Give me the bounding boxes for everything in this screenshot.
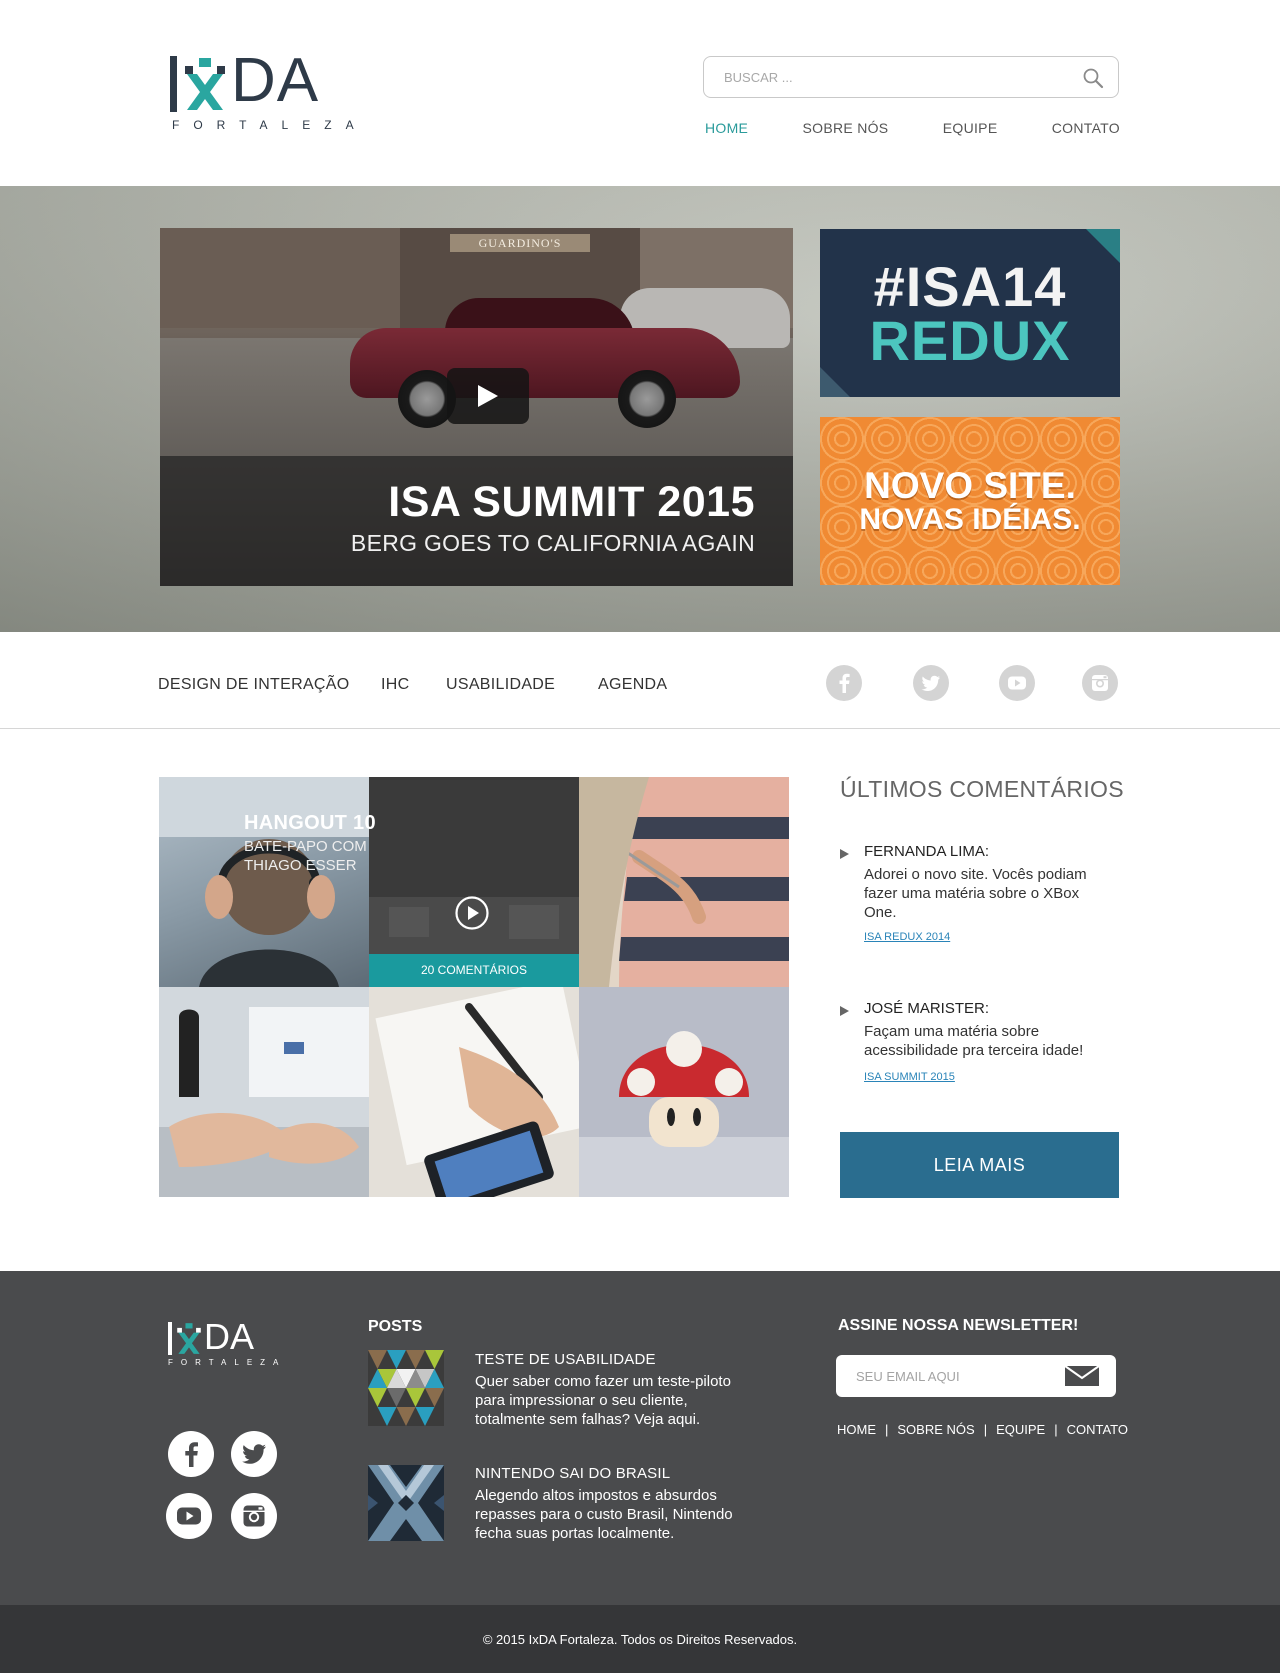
promo-isa14-redux[interactable]: #ISA14 REDUX: [820, 229, 1120, 397]
envelope-icon[interactable]: [1064, 1365, 1100, 1392]
featured-video[interactable]: GUARDINO'S ISA SUMMIT 2015 BERG GOES TO …: [160, 228, 793, 586]
comment-text: Adorei o novo site. Vocês podiam fazer u…: [864, 866, 1087, 921]
category-usabilidade[interactable]: USABILIDADE: [446, 676, 555, 694]
logo-subtitle: FORTALEZA: [172, 118, 368, 132]
facebook-icon[interactable]: [826, 665, 862, 701]
car-wheel: [618, 370, 676, 428]
comment-item: JOSÉ MARISTER: Façam uma matéria sobre a…: [840, 1000, 1120, 1090]
copyright-text: © 2015 IxDA Fortaleza. Todos os Direitos…: [482, 1632, 798, 1647]
comment-item: FERNANDA LIMA: Adorei o novo site. Vocês…: [840, 843, 1120, 943]
logo-x-mark: [183, 56, 227, 112]
video-play-button[interactable]: [447, 368, 529, 424]
newsletter-email-input[interactable]: [836, 1355, 1046, 1397]
category-design-de-interacao[interactable]: DESIGN DE INTERAÇÃO: [158, 676, 350, 694]
site-header: DA FORTALEZA HOME SOBRE NÓS EQUIPE CONTA…: [0, 0, 1280, 186]
footer-link-separator: |: [885, 1422, 889, 1437]
instagram-icon[interactable]: [231, 1493, 277, 1539]
grid-tile-mushroom[interactable]: [579, 987, 789, 1197]
footer-link-contato[interactable]: CONTATO: [1067, 1422, 1128, 1437]
comments-heading: ÚLTIMOS COMENTÁRIOS: [840, 776, 1124, 802]
laptop-photo: [159, 987, 369, 1197]
read-more-button[interactable]: LEIA MAIS: [840, 1132, 1119, 1198]
footer-logo-text: DA: [204, 1316, 255, 1357]
footer-link-sobre-nos[interactable]: SOBRE NÓS: [897, 1422, 974, 1437]
play-circle-icon[interactable]: [454, 895, 490, 931]
headphones-photo: [159, 777, 369, 987]
twitter-icon[interactable]: [913, 665, 949, 701]
triangles-pattern-image: [368, 1350, 444, 1426]
search-box: [703, 56, 1119, 98]
post-title[interactable]: TESTE DE USABILIDADE: [475, 1351, 656, 1368]
hangout-title[interactable]: HANGOUT 10: [244, 812, 376, 835]
comment-text: Façam uma matéria sobre acessibilidade p…: [864, 1023, 1084, 1059]
post-thumbnail-x[interactable]: [368, 1465, 444, 1541]
site-logo[interactable]: DA FORTALEZA: [170, 46, 368, 142]
striped-shirt-photo: [579, 777, 789, 987]
twitter-icon[interactable]: [231, 1431, 277, 1477]
hangout-subtitle: BATE-PAPO COM THIAGO ESSER: [244, 838, 367, 874]
footer-link-separator: |: [983, 1422, 988, 1437]
logo-wordmark: DA: [170, 46, 360, 115]
posts-heading: POSTS: [368, 1318, 423, 1335]
logo-i-bar: [168, 1322, 172, 1355]
youtube-icon[interactable]: [166, 1493, 212, 1539]
promo-isa14-line1: #ISA14: [873, 255, 1067, 318]
facebook-icon[interactable]: [168, 1431, 214, 1477]
promo-corner-shape: [820, 367, 850, 397]
writing-photo: [369, 987, 579, 1197]
video-scene-sign: GUARDINO'S: [450, 234, 590, 252]
logo-i-bar: [170, 56, 177, 112]
footer-logo-wordmark: DA: [168, 1319, 280, 1355]
grid-tile-headphones[interactable]: [159, 777, 369, 987]
newsletter-box: [836, 1355, 1116, 1397]
comment-post-link[interactable]: ISA SUMMIT 2015: [864, 1071, 955, 1083]
promo-novo-site-line1: NOVO SITE.: [864, 465, 1076, 506]
nav-contato[interactable]: CONTATO: [1052, 120, 1120, 142]
nav-sobre-nos[interactable]: SOBRE NÓS: [803, 120, 889, 142]
search-icon[interactable]: [1082, 67, 1104, 89]
video-title: ISA SUMMIT 2015: [388, 478, 755, 526]
footer-link-separator: |: [1054, 1422, 1058, 1437]
post-title[interactable]: NINTENDO SAI DO BRASIL: [475, 1465, 670, 1482]
promo-isa14-line2: REDUX: [869, 309, 1071, 372]
comment-author: FERNANDA LIMA:: [864, 843, 990, 860]
footer-nav: HOME | SOBRE NÓS | EQUIPE | CONTATO: [837, 1422, 1128, 1437]
footer-link-equipe[interactable]: EQUIPE: [996, 1422, 1045, 1437]
promo-novo-site[interactable]: NOVO SITE. NOVAS IDÉIAS.: [820, 417, 1120, 585]
play-icon: [478, 385, 498, 407]
x-pattern-image: [368, 1465, 444, 1541]
hero-section: GUARDINO'S ISA SUMMIT 2015 BERG GOES TO …: [0, 186, 1280, 632]
post-thumbnail-triangles[interactable]: [368, 1350, 444, 1426]
main-nav: HOME SOBRE NÓS EQUIPE CONTATO: [705, 120, 1120, 142]
promo-corner-shape: [1086, 229, 1120, 263]
footer-link-home[interactable]: HOME: [837, 1422, 876, 1437]
youtube-icon[interactable]: [999, 665, 1035, 701]
nav-home[interactable]: HOME: [705, 120, 748, 142]
mushroom-photo: [579, 987, 789, 1197]
comment-author: JOSÉ MARISTER:: [864, 1000, 990, 1017]
footer-logo-subtitle: FORTALEZA: [168, 1358, 287, 1367]
post-excerpt: Quer saber como fazer um teste-piloto pa…: [475, 1373, 731, 1428]
search-input[interactable]: [704, 57, 1064, 97]
newsletter-heading: ASSINE NOSSA NEWSLETTER!: [838, 1317, 1079, 1334]
logo-x-mark: [176, 1322, 202, 1355]
category-ihc[interactable]: IHC: [381, 676, 409, 694]
hangout-comments-link[interactable]: 20 COMENTÁRIOS: [369, 954, 579, 987]
logo-text: DA: [231, 46, 320, 115]
grid-tile-striped-shirt[interactable]: [579, 777, 789, 987]
arrow-right-icon: [840, 849, 849, 859]
category-agenda[interactable]: AGENDA: [598, 676, 667, 694]
footer-logo[interactable]: DA FORTALEZA: [168, 1319, 280, 1371]
arrow-right-icon: [840, 1006, 849, 1016]
comment-post-link[interactable]: ISA REDUX 2014: [864, 931, 950, 943]
instagram-icon[interactable]: [1082, 665, 1118, 701]
grid-tile-laptop[interactable]: [159, 987, 369, 1197]
video-scene-car: [350, 298, 740, 428]
grid-tile-writing[interactable]: [369, 987, 579, 1197]
post-excerpt: Alegendo altos impostos e absurdos repas…: [475, 1487, 733, 1542]
video-subtitle: BERG GOES TO CALIFORNIA AGAIN: [350, 530, 755, 556]
promo-novo-site-line2: NOVAS IDÉIAS.: [859, 503, 1081, 536]
nav-equipe[interactable]: EQUIPE: [943, 120, 998, 142]
